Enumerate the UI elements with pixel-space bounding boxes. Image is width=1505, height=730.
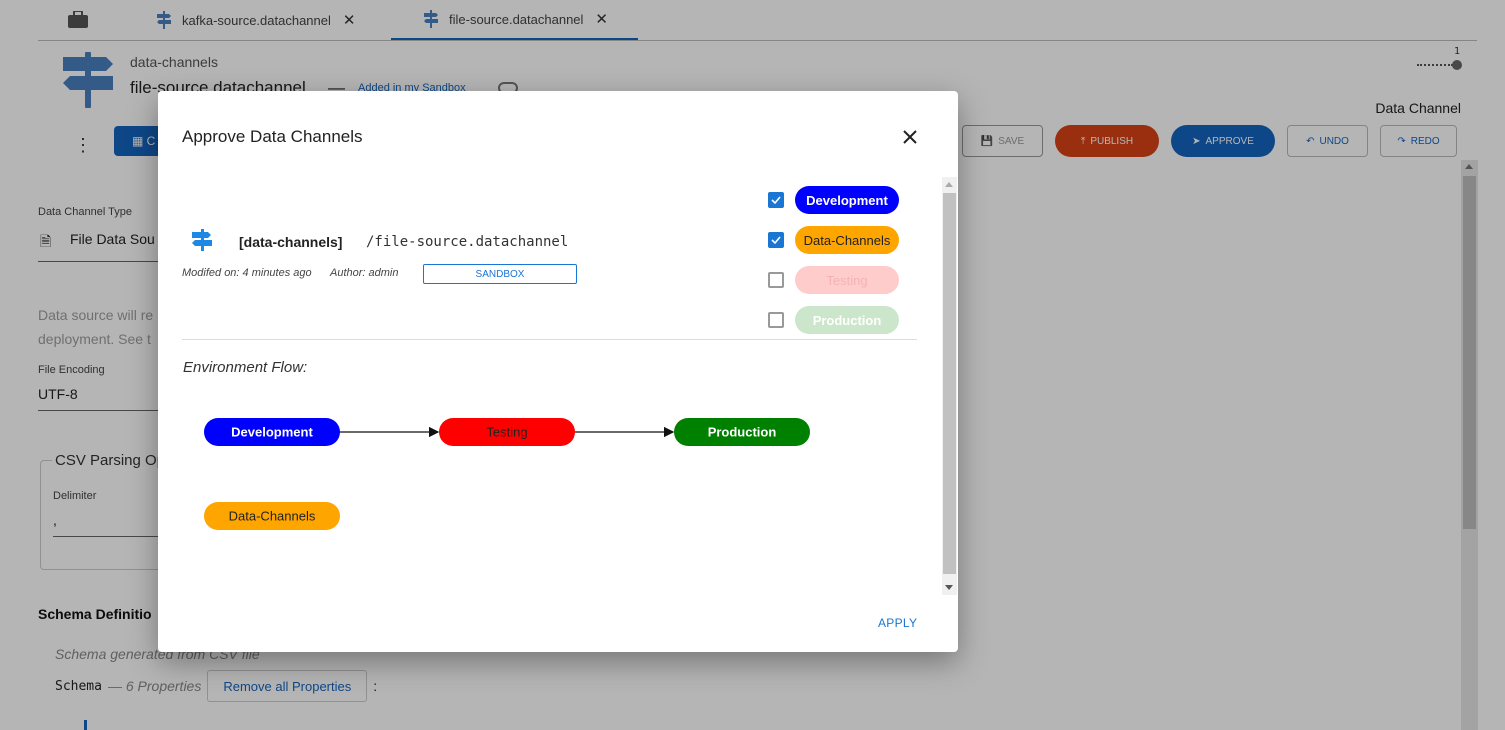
check-icon [771,236,781,245]
signpost-icon [192,229,212,251]
flow-node-development: Development [204,418,340,446]
dialog-body: [data-channels] /file-source.datachannel… [158,176,958,596]
scroll-up-icon[interactable] [945,182,953,187]
dialog-title: Approve Data Channels [182,127,363,146]
development-pill: Development [795,186,899,214]
env-option-testing[interactable]: Testing [768,266,899,294]
flow-node-label: Production [708,425,777,440]
testing-pill: Testing [795,266,899,294]
sandbox-badge: SANDBOX [423,264,577,284]
flow-node-production: Production [674,418,810,446]
item-path: /file-source.datachannel [366,234,569,250]
env-option-production[interactable]: Production [768,306,899,334]
testing-checkbox[interactable] [768,272,784,288]
flow-node-label: Development [231,425,313,440]
environment-flow-label: Environment Flow: [183,359,308,376]
flow-node-label: Data-Channels [229,509,316,524]
close-icon[interactable] [899,126,921,148]
production-checkbox[interactable] [768,312,784,328]
env-option-data-channels[interactable]: Data-Channels [768,226,899,254]
item-modified: Modifed on: 4 minutes ago [182,267,312,279]
production-pill: Production [795,306,899,334]
item-author: Author: admin [330,267,399,279]
flow-node-label: Testing [486,425,527,440]
flow-node-testing: Testing [439,418,575,446]
environment-flow-diagram: Development Testing Production Data-Channel… [204,418,810,530]
divider [182,339,917,340]
apply-button[interactable]: APPLY [878,616,917,630]
env-option-development[interactable]: Development [768,186,899,214]
dialog-scrollbar[interactable] [942,177,957,595]
flow-node-data-channels: Data-Channels [204,502,340,530]
scroll-thumb[interactable] [943,193,956,574]
development-checkbox[interactable] [768,192,784,208]
check-icon [771,196,781,205]
item-namespace: [data-channels] [239,234,343,250]
data-channels-pill: Data-Channels [795,226,899,254]
data-channels-checkbox[interactable] [768,232,784,248]
scroll-down-icon[interactable] [945,585,953,590]
approve-dialog: Approve Data Channels [data-channels] /f… [158,91,958,652]
